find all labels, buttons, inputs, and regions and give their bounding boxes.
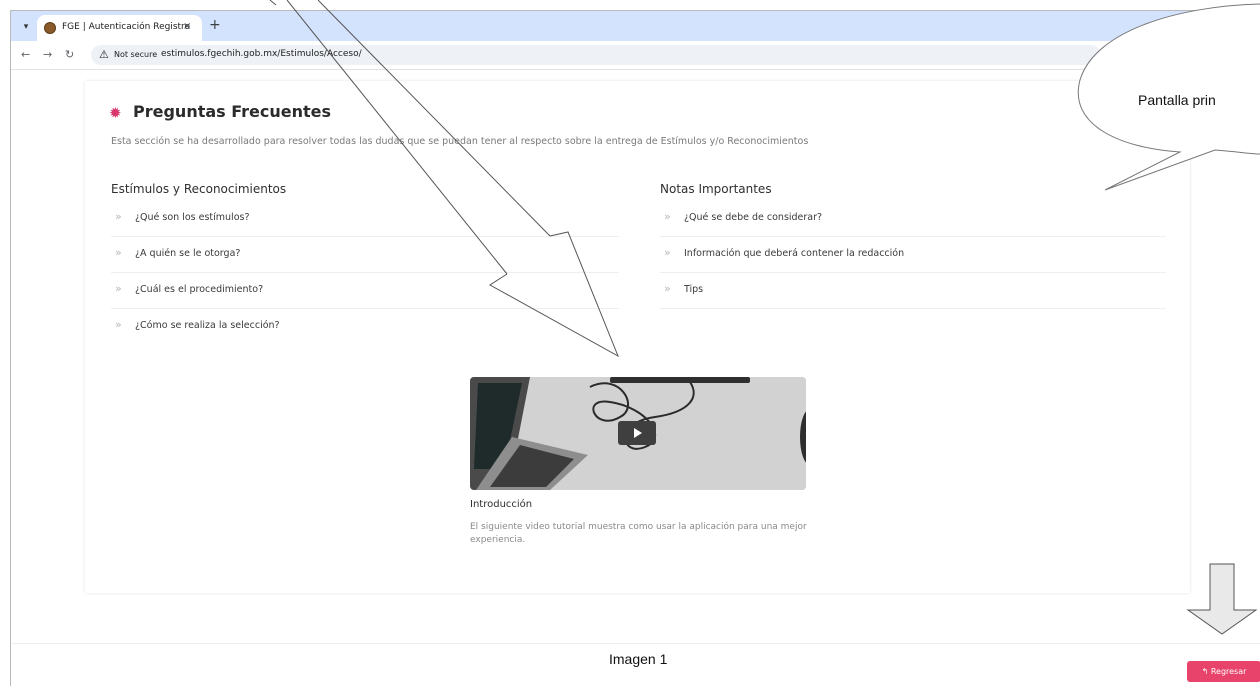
profile-avatar-icon[interactable]: C (1229, 48, 1241, 60)
double-chevron-right-icon: » (115, 210, 122, 223)
play-button[interactable] (618, 421, 656, 445)
tab-search-icon[interactable]: ▾ (19, 20, 33, 34)
tab-title: FGE | Autenticación Registro (62, 22, 191, 32)
video-player[interactable] (470, 377, 806, 490)
warning-icon: ⚠ (99, 48, 109, 61)
footer-divider (11, 643, 1260, 644)
page-description: Esta sección se ha desarrollado para res… (111, 136, 809, 147)
back-arrow-icon[interactable]: ← (21, 48, 30, 61)
faq-item[interactable]: » ¿Qué se debe de considerar? (660, 201, 1166, 237)
new-tab-icon[interactable]: + (209, 17, 221, 33)
page-title: Preguntas Frecuentes (133, 102, 332, 121)
faq-item-label[interactable]: ¿Cuál es el procedimiento? (135, 284, 263, 295)
side-panel-icon[interactable]: ◫ (1201, 47, 1211, 60)
faq-item-label[interactable]: Información que deberá contener la redac… (684, 248, 904, 259)
right-column-title: Notas Importantes (660, 182, 772, 196)
left-question-list: » ¿Qué son los estímulos? » ¿A quién se … (111, 201, 619, 344)
left-column-title: Estímulos y Reconocimientos (111, 182, 287, 196)
minimize-icon[interactable]: – (1184, 18, 1190, 31)
video-description: El siguiente video tutorial muestra como… (470, 522, 807, 545)
reading-list-icon[interactable]: ≡ (1174, 47, 1183, 60)
right-question-list: » ¿Qué se debe de considerar? » Informac… (660, 201, 1166, 309)
window-close-icon[interactable]: ✕ (1239, 18, 1248, 31)
not-secure-label[interactable]: Not secure (114, 50, 157, 59)
forward-arrow-icon[interactable]: → (43, 48, 52, 61)
faq-item-label[interactable]: ¿A quién se le otorga? (135, 248, 240, 259)
browser-tab[interactable]: FGE | Autenticación Registro × (37, 15, 202, 41)
faq-item-label[interactable]: ¿Qué son los estímulos? (135, 212, 250, 223)
double-chevron-right-icon: » (664, 282, 671, 295)
faq-item[interactable]: » ¿Cuál es el procedimiento? (111, 273, 619, 309)
back-button[interactable]: ↰ Regresar (1187, 661, 1260, 682)
bookmark-star-icon[interactable]: ☆ (1146, 47, 1156, 60)
address-bar[interactable]: ⚠ Not secure estimulos.fgechih.gob.mx/Es… (91, 45, 1101, 65)
restore-icon[interactable]: ❐ (1211, 18, 1221, 31)
reload-icon[interactable]: ↻ (65, 48, 74, 61)
double-chevron-right-icon: » (664, 210, 671, 223)
faq-item-label[interactable]: ¿Qué se debe de considerar? (684, 212, 822, 223)
faq-item[interactable]: » ¿Qué son los estímulos? (111, 201, 619, 237)
tab-close-icon[interactable]: × (183, 21, 191, 32)
double-chevron-right-icon: » (115, 246, 122, 259)
faq-card: ✹ Preguntas Frecuentes Esta sección se h… (85, 81, 1190, 593)
faq-item-label[interactable]: Tips (684, 284, 703, 295)
gear-icon: ✹ (109, 104, 122, 122)
faq-item[interactable]: » Información que deberá contener la red… (660, 237, 1166, 273)
faq-item[interactable]: » Tips (660, 273, 1166, 309)
faq-item-label[interactable]: ¿Cómo se realiza la selección? (135, 320, 280, 331)
translate-icon[interactable]: ☷ (1123, 47, 1133, 60)
kebab-menu-icon[interactable]: ⋮ (1251, 47, 1260, 60)
browser-tab-strip: ▾ FGE | Autenticación Registro × + – ❐ ✕ (11, 11, 1260, 41)
faq-item[interactable]: » ¿Cómo se realiza la selección? (111, 309, 619, 344)
double-chevron-right-icon: » (664, 246, 671, 259)
double-chevron-right-icon: » (115, 318, 122, 331)
video-title: Introducción (470, 499, 533, 510)
url-text[interactable]: estimulos.fgechih.gob.mx/Estimulos/Acces… (161, 49, 362, 59)
faq-item[interactable]: » ¿A quién se le otorga? (111, 237, 619, 273)
screenshot-frame: ▾ FGE | Autenticación Registro × + – ❐ ✕… (10, 10, 1260, 686)
bubble-annotation-text: Pantalla prin (1138, 92, 1216, 108)
site-favicon-icon (44, 22, 56, 34)
image-caption: Imagen 1 (609, 651, 668, 667)
browser-toolbar: ← → ↻ ⚠ Not secure estimulos.fgechih.gob… (11, 41, 1260, 70)
double-chevron-right-icon: » (115, 282, 122, 295)
